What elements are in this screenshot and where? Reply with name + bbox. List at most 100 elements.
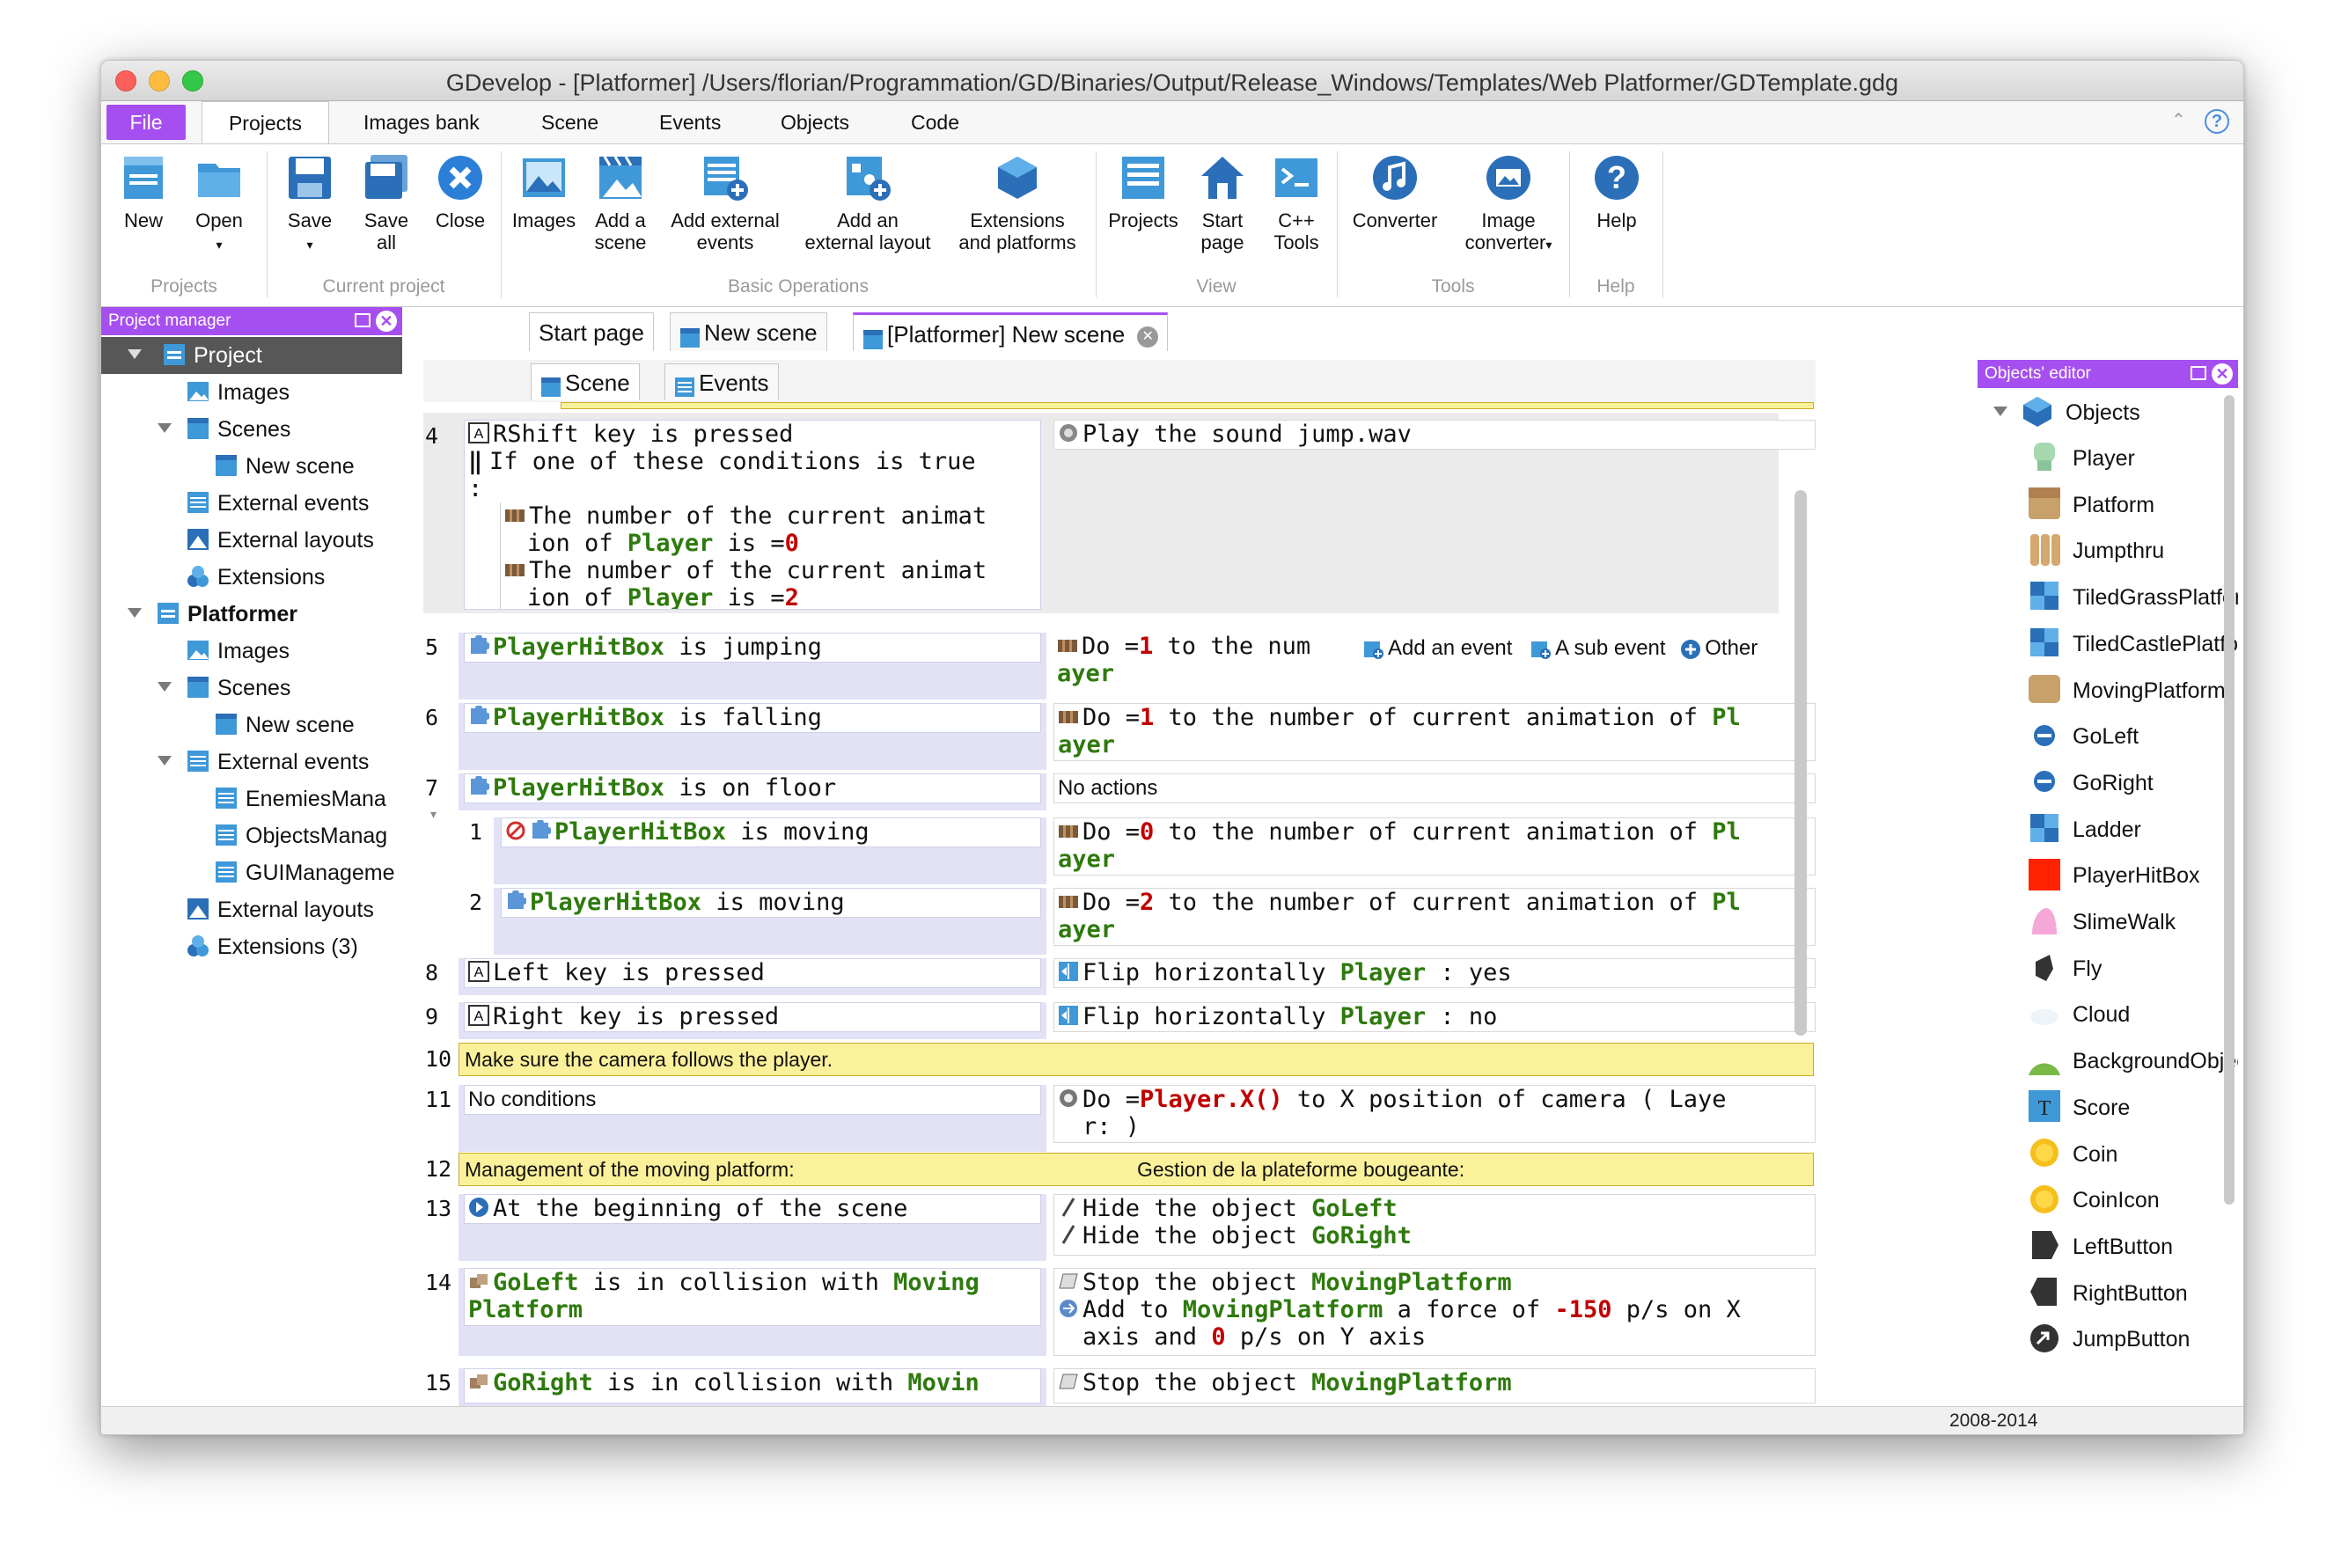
object-item[interactable]: PlayerHitBox xyxy=(2027,853,2200,898)
event-4-action[interactable]: Play the sound jump.wav xyxy=(1053,420,1816,450)
object-item[interactable]: SlimeWalk xyxy=(2027,899,2176,945)
tree-item-platformer[interactable]: Platformer xyxy=(128,596,297,633)
tab-new-scene[interactable]: New scene xyxy=(670,312,827,351)
tree-item-external-events[interactable]: External events xyxy=(186,485,369,522)
close-button[interactable]: Close xyxy=(423,153,497,231)
object-item[interactable]: JumpButton xyxy=(2027,1316,2190,1362)
event-9-action[interactable]: Flip horizontally Player : no xyxy=(1053,1002,1816,1032)
event-7-condition[interactable]: PlayerHitBox is on floor xyxy=(464,773,1041,803)
add-sub-event-button[interactable]: A sub event xyxy=(1530,636,1666,660)
event-4-conditions[interactable]: A RShift key is pressed ‖ If one of these … xyxy=(464,420,1041,610)
tree-item-project[interactable]: Project xyxy=(101,337,402,374)
event-14-condition[interactable]: GoLeft is in collision with Moving Platfo… xyxy=(464,1268,1041,1326)
event-5-action[interactable]: Do =1 to the num ayer xyxy=(1053,633,1356,689)
event-7-1-action[interactable]: Do =0 to the number of current animation… xyxy=(1053,817,1816,876)
event-5-condition[interactable]: PlayerHitBox is jumping xyxy=(464,633,1041,663)
object-item[interactable]: Jumpthru xyxy=(2027,528,2164,574)
help-circle-icon[interactable]: ? xyxy=(2205,109,2229,134)
other-button[interactable]: Other xyxy=(1680,636,1758,660)
tab-projects[interactable]: Projects xyxy=(202,101,329,144)
tree-item-gui-manager[interactable]: GUIManageme xyxy=(214,854,402,891)
object-item[interactable]: T Score xyxy=(2027,1085,2130,1131)
object-item[interactable]: Coin xyxy=(2027,1132,2117,1177)
tab-images-bank[interactable]: Images bank xyxy=(363,101,480,143)
object-item[interactable]: Ladder xyxy=(2027,807,2141,853)
tab-objects[interactable]: Objects xyxy=(781,101,849,143)
event-15-action[interactable]: Stop the object MovingPlatform xyxy=(1053,1368,1816,1403)
event-11-condition[interactable]: No conditions xyxy=(464,1085,1041,1115)
event-14-actions[interactable]: Stop the object MovingPlatform Add to Mov… xyxy=(1053,1268,1816,1356)
event-8-action[interactable]: Flip horizontally Player : yes xyxy=(1053,958,1816,988)
collapse-ribbon-icon[interactable]: ⌃ xyxy=(2171,112,2189,129)
expanded-arrow-icon[interactable] xyxy=(128,348,142,359)
object-item[interactable]: MovingPlatform xyxy=(2027,668,2226,714)
event-7-action[interactable]: No actions xyxy=(1053,773,1816,803)
add-external-layout-button[interactable]: Add an external layout xyxy=(793,153,943,253)
add-external-events-button[interactable]: Add external events xyxy=(659,153,791,253)
file-menu[interactable]: File xyxy=(106,105,186,140)
tab-events[interactable]: Events xyxy=(664,363,779,400)
converter-button[interactable]: Converter xyxy=(1342,153,1448,231)
start-page-button[interactable]: Start page xyxy=(1187,153,1258,253)
panel-float-icon[interactable] xyxy=(355,313,371,327)
tree-item-enemies-manager[interactable]: EnemiesMana xyxy=(214,780,402,817)
event-7-2-condition[interactable]: PlayerHitBox is moving xyxy=(501,888,1041,918)
tree-item-external-layouts[interactable]: External layouts xyxy=(186,522,374,559)
expanded-arrow-icon[interactable] xyxy=(158,755,172,766)
vertical-scrollbar[interactable] xyxy=(1794,490,1807,1036)
panel-close-icon[interactable]: ✕ xyxy=(2212,363,2233,385)
object-item[interactable]: TiledCastlePlatform xyxy=(2027,621,2238,667)
event-7-1-condition[interactable]: PlayerHitBox is moving xyxy=(501,817,1041,847)
close-tab-icon[interactable]: ✕ xyxy=(1137,326,1159,348)
tree-item-images[interactable]: Images xyxy=(186,374,290,411)
tab-scene[interactable]: Scene xyxy=(541,101,598,143)
object-item[interactable]: Player xyxy=(2027,436,2135,481)
save-all-button[interactable]: Save all xyxy=(349,153,423,253)
collapse-arrow-icon[interactable]: ▾ xyxy=(430,807,437,822)
event-6-action[interactable]: Do =1 to the number of current animation… xyxy=(1053,703,1816,761)
object-item[interactable]: BackgroundObjects xyxy=(2027,1038,2238,1084)
tab-platformer-new-scene[interactable]: [Platformer] New scene ✕ xyxy=(853,312,1169,351)
save-button[interactable]: Save ▾ xyxy=(272,153,348,256)
objects-root[interactable]: Objects xyxy=(1993,390,2140,436)
tab-start-page[interactable]: Start page xyxy=(529,312,654,351)
tab-code[interactable]: Code xyxy=(911,101,959,143)
tree-item-images[interactable]: Images xyxy=(186,633,290,670)
expanded-arrow-icon[interactable] xyxy=(128,607,142,618)
tab-events[interactable]: Events xyxy=(659,101,721,143)
comment-event-12[interactable]: Management of the moving platform: Gestio… xyxy=(459,1153,1814,1186)
add-event-button[interactable]: Add an event xyxy=(1363,636,1512,660)
open-button[interactable]: Open ▾ xyxy=(182,153,256,256)
images-button[interactable]: Images xyxy=(506,153,582,231)
object-item[interactable]: RightButton xyxy=(2027,1271,2188,1316)
object-item[interactable]: GoLeft xyxy=(2027,714,2139,759)
expanded-arrow-icon[interactable] xyxy=(158,681,172,692)
comment-event-10[interactable]: Make sure the camera follows the player. xyxy=(459,1043,1814,1076)
object-item[interactable]: LeftButton xyxy=(2027,1224,2173,1270)
cpp-tools-button[interactable]: C++ Tools xyxy=(1261,153,1332,253)
tree-item-external-layouts[interactable]: External layouts xyxy=(186,891,374,928)
object-item[interactable]: TiledGrassPlatform xyxy=(2027,575,2238,620)
image-converter-button[interactable]: Image converter▾ xyxy=(1451,153,1566,256)
tree-item-external-events[interactable]: External events xyxy=(158,744,369,780)
new-button[interactable]: New xyxy=(108,153,179,231)
tree-item-extensions[interactable]: Extensions xyxy=(186,559,325,596)
tab-scene[interactable]: Scene xyxy=(531,363,640,400)
object-item[interactable]: GoRight xyxy=(2027,760,2154,806)
event-9-condition[interactable]: A Right key is pressed xyxy=(464,1002,1041,1032)
projects-view-button[interactable]: Projects xyxy=(1101,153,1185,231)
event-13-condition[interactable]: At the beginning of the scene xyxy=(464,1194,1041,1224)
objects-vertical-scrollbar[interactable] xyxy=(2224,395,2235,1205)
tree-item-scenes[interactable]: Scenes xyxy=(158,411,290,448)
panel-float-icon[interactable] xyxy=(2191,366,2206,380)
event-11-action[interactable]: Do =Player.X() to X position of camera (… xyxy=(1053,1085,1816,1143)
tree-item-objects-manager[interactable]: ObjectsManag xyxy=(214,817,402,854)
expanded-arrow-icon[interactable] xyxy=(158,422,172,433)
tree-item-new-scene[interactable]: New scene xyxy=(214,448,355,485)
event-8-condition[interactable]: A Left key is pressed xyxy=(464,958,1041,988)
event-15-condition[interactable]: GoRight is in collision with Movin xyxy=(464,1368,1041,1403)
object-item[interactable]: CoinIcon xyxy=(2027,1177,2160,1223)
help-button[interactable]: ? Help xyxy=(1574,153,1659,231)
event-7-2-action[interactable]: Do =2 to the number of current animation… xyxy=(1053,888,1816,946)
event-13-actions[interactable]: Hide the object GoLeft Hide the object Go… xyxy=(1053,1194,1816,1256)
